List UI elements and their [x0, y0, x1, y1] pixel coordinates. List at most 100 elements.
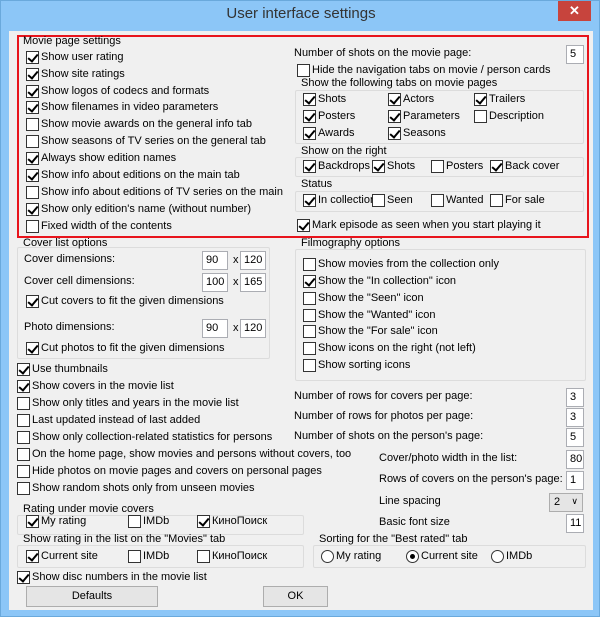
checkbox-show-info-about-editions-on-the-main-tab[interactable]: Show info about editions on the main tab [26, 168, 240, 182]
checkbox-show-covers-in-the-movie-list[interactable]: Show covers in the movie list [17, 379, 174, 393]
radio-button[interactable] [491, 549, 504, 563]
checkbox-show-the-in-collection-icon[interactable]: Show the "In collection" icon [303, 274, 456, 288]
checkbox-show-sorting-icons[interactable]: Show sorting icons [303, 358, 410, 372]
checkbox[interactable] [17, 430, 30, 444]
checkbox-show-logos-of-codecs-and-formats[interactable]: Show logos of codecs and formats [26, 84, 209, 98]
checkbox-my-rating[interactable]: My rating [26, 514, 86, 528]
checkbox[interactable] [26, 294, 39, 308]
checkbox-show-site-ratings[interactable]: Show site ratings [26, 67, 125, 81]
checkbox-parameters[interactable]: Parameters [388, 109, 460, 123]
checkbox[interactable] [26, 84, 39, 98]
checkbox[interactable] [490, 193, 503, 207]
line-spacing-select[interactable]: 2 ∨ [549, 493, 583, 512]
checkbox-show-the-seen-icon[interactable]: Show the "Seen" icon [303, 291, 424, 305]
checkbox[interactable] [17, 570, 30, 584]
checkbox[interactable] [303, 341, 316, 355]
checkbox[interactable] [372, 159, 385, 173]
input-person_rows[interactable]: 1 [566, 471, 584, 490]
checkbox[interactable] [17, 481, 30, 495]
checkbox-show-movie-awards-on-the-general-info-ta[interactable]: Show movie awards on the general info ta… [26, 117, 252, 131]
checkbox-кинопоиск[interactable]: КиноПоиск [197, 549, 267, 563]
input-photo-height[interactable]: 120 [240, 319, 266, 338]
checkbox-description[interactable]: Description [474, 109, 544, 123]
checkbox[interactable] [26, 151, 39, 165]
checkbox-posters[interactable]: Posters [431, 159, 483, 173]
checkbox[interactable] [303, 324, 316, 338]
checkbox[interactable] [388, 92, 401, 106]
input-cover-width[interactable]: 90 [202, 251, 228, 270]
checkbox-seasons[interactable]: Seasons [388, 126, 446, 140]
checkbox-use-thumbnails[interactable]: Use thumbnails [17, 362, 108, 376]
checkbox[interactable] [372, 193, 385, 207]
checkbox[interactable] [431, 193, 444, 207]
checkbox[interactable] [303, 193, 316, 207]
checkbox-wanted[interactable]: Wanted [431, 193, 484, 207]
checkbox[interactable] [26, 341, 39, 355]
defaults-button[interactable]: Defaults [26, 586, 158, 607]
checkbox[interactable] [388, 109, 401, 123]
checkbox[interactable] [17, 447, 30, 461]
checkbox-show-movies-from-the-collection-only[interactable]: Show movies from the collection only [303, 257, 499, 271]
checkbox[interactable] [26, 168, 39, 182]
checkbox[interactable] [26, 219, 39, 233]
input-rows_photos[interactable]: 3 [566, 408, 584, 427]
checkbox[interactable] [297, 218, 310, 232]
input-person_shots[interactable]: 5 [566, 428, 584, 447]
checkbox[interactable] [26, 117, 39, 131]
checkbox-show-only-collection-related-statistics-[interactable]: Show only collection-related statistics … [17, 430, 272, 444]
checkbox-fixed-width-of-the-contents[interactable]: Fixed width of the contents [26, 219, 172, 233]
input-cover_width[interactable]: 80 [566, 450, 584, 469]
input-cover-height[interactable]: 120 [240, 251, 266, 270]
checkbox[interactable] [490, 159, 503, 173]
checkbox[interactable] [26, 514, 39, 528]
checkbox-show-filenames-in-video-parameters[interactable]: Show filenames in video parameters [26, 100, 218, 114]
checkbox-show-the-for-sale-icon[interactable]: Show the "For sale" icon [303, 324, 438, 338]
checkbox-for-sale[interactable]: For sale [490, 193, 545, 207]
checkbox-on-the-home-page-show-movies-and-persons[interactable]: On the home page, show movies and person… [17, 447, 351, 461]
checkbox[interactable] [388, 126, 401, 140]
checkbox[interactable] [197, 514, 210, 528]
checkbox-shots[interactable]: Shots [303, 92, 346, 106]
checkbox[interactable] [17, 396, 30, 410]
input-photo-width[interactable]: 90 [202, 319, 228, 338]
checkbox-show-disc-numbers-in-the-movie-list[interactable]: Show disc numbers in the movie list [17, 570, 207, 584]
checkbox[interactable] [303, 308, 316, 322]
checkbox-show-the-wanted-icon[interactable]: Show the "Wanted" icon [303, 308, 435, 322]
checkbox-cut-photos-to-fit-the-given-dimensions[interactable]: Cut photos to fit the given dimensions [26, 341, 224, 355]
checkbox[interactable] [303, 92, 316, 106]
checkbox[interactable] [303, 358, 316, 372]
input-cell-height[interactable]: 165 [240, 273, 266, 292]
checkbox-awards[interactable]: Awards [303, 126, 354, 140]
checkbox-show-only-edition-s-name-without-number[interactable]: Show only edition's name (without number… [26, 202, 251, 216]
close-icon[interactable]: ✕ [558, 1, 591, 21]
checkbox-show-random-shots-only-from-unseen-movie[interactable]: Show random shots only from unseen movie… [17, 481, 255, 495]
checkbox-show-only-titles-and-years-in-the-movie-[interactable]: Show only titles and years in the movie … [17, 396, 239, 410]
checkbox[interactable] [26, 100, 39, 114]
checkbox[interactable] [303, 126, 316, 140]
input-rows_covers[interactable]: 3 [566, 388, 584, 407]
checkbox[interactable] [303, 109, 316, 123]
checkbox-hide-photos-on-movie-pages-and-covers-on[interactable]: Hide photos on movie pages and covers on… [17, 464, 322, 478]
checkbox[interactable] [26, 134, 39, 148]
checkbox-mark-episode-as-seen-when-you-start-play[interactable]: Mark episode as seen when you start play… [297, 218, 541, 232]
checkbox-show-icons-on-the-right-not-left[interactable]: Show icons on the right (not left) [303, 341, 476, 355]
checkbox[interactable] [303, 257, 316, 271]
checkbox[interactable] [17, 413, 30, 427]
checkbox[interactable] [303, 159, 316, 173]
checkbox[interactable] [197, 549, 210, 563]
checkbox-posters[interactable]: Posters [303, 109, 355, 123]
input-font_size[interactable]: 11 [566, 514, 584, 533]
checkbox-imdb[interactable]: IMDb [128, 514, 169, 528]
checkbox[interactable] [17, 362, 30, 376]
checkbox-shots[interactable]: Shots [372, 159, 415, 173]
checkbox[interactable] [26, 185, 39, 199]
checkbox[interactable] [303, 291, 316, 305]
checkbox[interactable] [17, 464, 30, 478]
checkbox-кинопоиск[interactable]: КиноПоиск [197, 514, 267, 528]
checkbox[interactable] [17, 379, 30, 393]
checkbox[interactable] [474, 109, 487, 123]
checkbox[interactable] [26, 50, 39, 64]
checkbox-trailers[interactable]: Trailers [474, 92, 525, 106]
checkbox-cut-covers-to-fit-the-given-dimensions[interactable]: Cut covers to fit the given dimensions [26, 294, 224, 308]
checkbox[interactable] [26, 67, 39, 81]
